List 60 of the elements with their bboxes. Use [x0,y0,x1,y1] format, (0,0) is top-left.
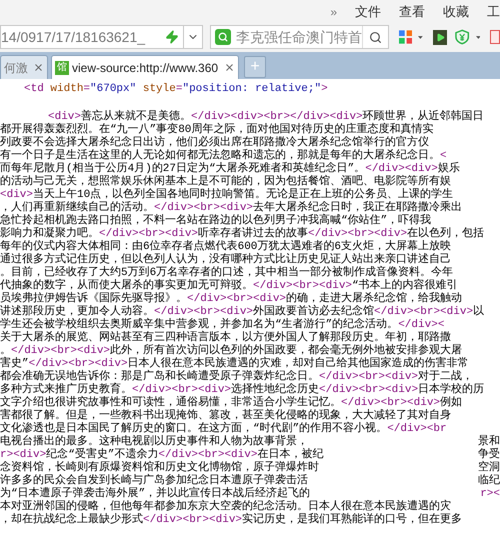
caret-icon[interactable] [418,36,424,38]
source-line: 都会准确无误地告诉你：那是广岛和长崎遭受原子弹轰炸纪念日。</div><br><div>对于二战， [0,371,474,383]
source-line: 文化渗透也是日本国民了解历史的窗口。在这方面，“时代剧”的作用不容小视。</div><br [0,423,447,435]
browser-tab[interactable]: 馆 view-source:http://www.360 [51,55,239,79]
close-icon[interactable] [33,62,44,73]
menu-item[interactable]: 工 [487,2,500,22]
source-line: 讲述那段历史，更加令人动容。</div><br><div>外国政要首访必去纪念馆</div><br><div>以 [0,306,484,318]
extension-icon[interactable] [490,30,500,44]
menu-item[interactable]: 查看 [399,2,425,22]
search-engine-icon[interactable] [214,29,231,45]
source-line: 争受 [478,449,500,461]
source-line: 。目前，已经收存了大约5万到6万名幸存者的口述，其中相当一部分被制作成音像资料。今年 [0,267,454,279]
source-line: 许多多的民众会自发到长崎与广岛参加纪念日本遭原子弹袭击活 [0,475,308,487]
source-line: 电视台播出的最多。这种电视剧以历史事件和人物为故事背景， [0,436,308,448]
source-line: 害史”</div><br><div>日本人很在意本民族遭遇的灾难，却对自己给其他国家造成的伤害非常 [0,358,469,370]
shield-icon[interactable] [455,29,470,45]
close-icon[interactable] [224,62,235,73]
source-line: 列政要不会选择大屠杀纪念日出访，他们必须出席在耶路撒冷大屠杀纪念馆举行的官方仪 [0,137,429,149]
source-line: 的活动与己无关，想照常娱乐休闲基本上是不可能的，因为包括餐馆、酒吧、电影院等所有娱 [0,176,451,188]
source-line: <div>当天上午10点，以色列全国各地同时拉响警笛。无论是正在上班的公务员、上课的学生 [0,189,454,201]
source-line: ，却在抗战纪念上最缺少形式</div><br><div>实记历史，是我们耳熟能详的口号，但在更多 [0,514,462,527]
source-line: 景和 [478,436,500,448]
source-line: 而每年尼散月(相当于公历4月)的27日定为“大屠杀死难者和英雄纪念日”。</div><div>娱乐 [0,163,460,175]
source-line: ，人们再重新继续自己的活动。</div><br><div>去年大屠杀纪念日时，我正在耶路撒冷乘出 [0,202,462,214]
source-line: 临纪 [478,475,500,488]
menu-overflow[interactable]: » [330,3,337,21]
menu-item[interactable]: 文件 [355,2,381,22]
source-line: 为“日本遭原子弹袭击海外展”，并以此宣传日本战后经济起飞的 [0,488,310,500]
source-line: 通过很多方式记住历史，但以色列人认为，没有哪种方式比让历史见证人站出来亲口讲述自己 [0,254,451,266]
menu-item[interactable]: 收藏 [443,2,469,22]
source-line: 害都很了解。但是，一些教科书出现掩饰、篡改，甚至美化侵略的现象，大大减轻了其对自身 [0,410,451,422]
play-icon[interactable] [433,30,448,44]
lightning-icon [164,30,179,44]
search-field[interactable]: 李克强任命澳门特首 [210,25,389,49]
browser-tab[interactable]: 何激 [0,55,48,79]
source-line: r><div>纪念“受害史”不遗余力</div><br><div>在日本，被纪 [0,449,324,461]
source-line: 学生还会被学校组织去奥斯威辛集中营参观，并参加名为“生者游行”的纪念活动。</div>< [0,319,444,331]
tab-favicon: 馆 [55,60,69,74]
source-line: 都开展得轰轰烈烈。在“九一八”事变80周年之际，面对他国对待历史的庄重态度和真情实 [0,124,434,136]
source-line: 员埃弗拉伊姆告诉《国际先驱导报》。</div><br><div>的确，走进大屠杀纪念馆，给我触动 [0,293,462,305]
source-line: 关于大屠杀的展览、网站甚至有三四种语言版本，以方便外国人了解那段历史。年初，耶路撒 [0,332,451,344]
source-line: 急忙拎起相机跑去路口拍照，不料一名站在路边的以色列男子冲我高喊“你站住”，吓得我 [0,215,432,227]
caret-icon[interactable] [476,36,480,38]
source-line: 本对亚洲邻国的侵略，但他每年都参加东京大空袭的纪念活动。日本人很在意本民族遭遇的灾 [0,501,451,513]
source-line: 多种方式来推广历史教育。</div><br><div>选择性地纪念历史</div><br><div>日本学校的历 [0,384,484,396]
source-line: 空洞 [478,462,500,474]
source-line: <div>善忘从来就不是美德。</div><div><br></div><div>环顾世界，从近邻韩国日 [48,111,484,123]
address-field[interactable]: 14/0917/17/18163621_ [0,25,184,49]
dropdown-button[interactable] [184,25,203,49]
search-icon [368,30,382,44]
source-line: 每年的仪式内容大体相同：由6位幸存者点燃代表600万犹太遇难者的6支火炬，大屏幕上放映 [0,241,452,253]
source-line: 。</div><br><div>此外，所有首次访问以色列的外国政要，都会毫无例外地被安排参观大屠 [0,345,462,357]
source-line: 影响力和凝聚力吧。</div><br><div>听幸存者讲过去的故事</div><br><div>在以色列，包括 [0,228,484,240]
source-line: 有一个日子是生活在这里的人无论如何都无法忽略和遗忘的，那就是每年的大屠杀纪念日。< [0,150,447,162]
source-line: <td width="670px" style="position: relative;"> [23,83,328,96]
source-line: 代抽象的数字，从而使大屠杀的事实更加无可辩驳。</div><br><div>“书本上的内容很难引 [0,280,458,292]
source-line: 文字介绍也很讲究故事性和可读性，通俗易懂，非常适合小学生记忆。</div><br><div>例如 [0,397,462,409]
apps-icon[interactable] [398,30,412,44]
source-line: r>< [480,488,500,501]
source-line: 念资料馆，长崎则有原爆资料馆和历史文化博物馆，原子弹爆炸时 [0,462,319,474]
